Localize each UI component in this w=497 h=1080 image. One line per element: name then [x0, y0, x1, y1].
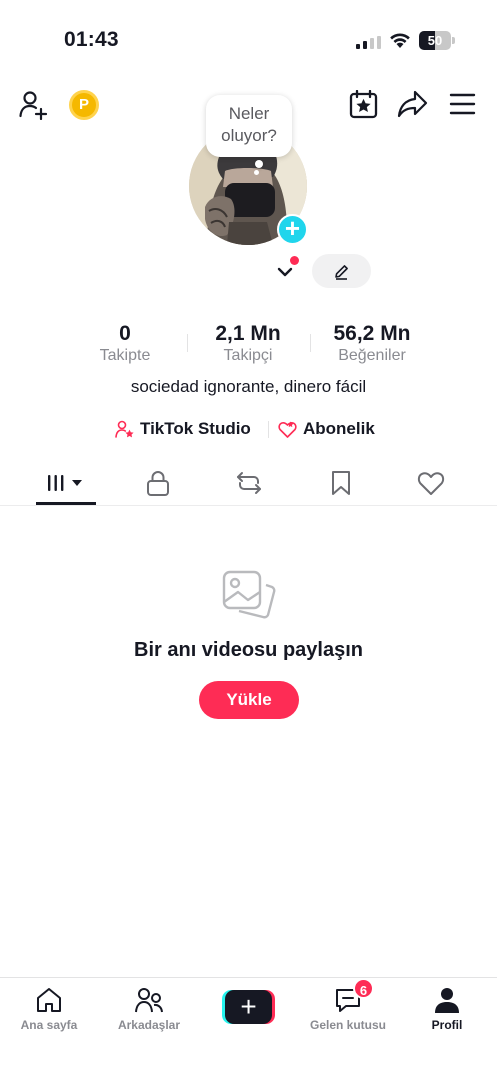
stat-following-value: 0 — [119, 322, 131, 345]
friends-icon — [135, 988, 163, 1013]
battery-level: 50 — [427, 33, 443, 48]
person-star-icon — [115, 420, 134, 438]
profile-links: TikTok Studio Abonelik — [0, 416, 497, 442]
empty-state-title: Bir anı videosu paylaşın — [134, 639, 363, 661]
bottom-nav: Ana sayfa Arkadaşlar + Gelen kutusu 6 Pr… — [0, 977, 497, 1080]
status-time: 01:43 — [64, 28, 119, 51]
content-tabs — [0, 462, 497, 506]
wifi-icon — [390, 33, 410, 48]
nav-home[interactable]: Ana sayfa — [4, 986, 94, 1032]
nav-profile-label: Profil — [431, 1018, 463, 1032]
note-bubble-tail-small — [254, 170, 259, 175]
videos-tab[interactable] — [46, 468, 88, 498]
menu-icon[interactable] — [449, 92, 476, 116]
subscription-link[interactable]: Abonelik — [278, 416, 375, 442]
signal-icon — [356, 36, 381, 49]
add-story-button[interactable]: + — [277, 214, 308, 245]
subscription-label: Abonelik — [303, 419, 375, 438]
create-button[interactable]: + — [222, 990, 275, 1024]
liked-tab[interactable] — [416, 468, 446, 498]
stat-divider — [310, 334, 311, 352]
edit-profile-button[interactable] — [312, 254, 371, 288]
nav-home-label: Ana sayfa — [20, 1018, 78, 1032]
pencil-icon — [335, 265, 348, 280]
stat-following-label: Takipte — [99, 347, 151, 364]
calendar-star-icon[interactable] — [349, 90, 378, 119]
stat-likes-value: 56,2 Mn — [333, 322, 411, 345]
coin-icon[interactable]: P — [69, 90, 99, 120]
nav-friends[interactable]: Arkadaşlar — [104, 986, 194, 1032]
add-friend-icon[interactable] — [18, 90, 48, 120]
stat-followers-value: 2,1 Mn — [215, 322, 281, 345]
bookmark-icon — [332, 471, 350, 495]
stat-followers[interactable]: 2,1 Mn Takipçi — [200, 322, 296, 366]
note-line-2: oluyor? — [221, 126, 277, 145]
battery-icon: 50 — [419, 31, 455, 50]
stat-likes-label: Beğeniler — [338, 347, 406, 364]
reposts-tab[interactable] — [234, 468, 264, 498]
inbox-badge: 6 — [353, 978, 374, 999]
status-bar: 01:43 50 — [0, 0, 497, 80]
favorites-tab[interactable] — [326, 468, 356, 498]
coin-letter: P — [78, 96, 89, 113]
stat-following[interactable]: 0 Takipte — [84, 322, 166, 366]
profile-icon — [435, 988, 459, 1013]
notification-dot — [290, 256, 299, 265]
grid-dropdown-icon — [48, 475, 82, 491]
photos-icon — [222, 570, 276, 619]
profile-stats: 0 Takipte 2,1 Mn Takipçi 56,2 Mn Beğenil… — [0, 322, 497, 366]
profile-bio: sociedad ignorante, dinero fácil — [130, 377, 367, 396]
note-bubble-tail — [255, 160, 263, 168]
private-tab[interactable] — [143, 468, 173, 498]
stat-divider — [187, 334, 188, 352]
nav-friends-label: Arkadaşlar — [117, 1018, 181, 1032]
links-divider — [268, 421, 269, 438]
tiktok-studio-link[interactable]: TikTok Studio — [115, 416, 251, 442]
upload-button[interactable]: Yükle — [199, 681, 299, 719]
heart-icon — [417, 472, 445, 495]
tiktok-studio-label: TikTok Studio — [140, 419, 251, 438]
share-icon[interactable] — [397, 90, 428, 118]
note-line-1: Neler — [228, 104, 270, 123]
subscription-icon — [278, 421, 297, 438]
nav-inbox[interactable]: Gelen kutusu — [303, 986, 393, 1032]
stat-likes[interactable]: 56,2 Mn Beğeniler — [318, 322, 426, 366]
active-tab-indicator — [36, 502, 96, 505]
lock-icon — [147, 471, 169, 496]
note-bubble[interactable]: Neler oluyor? — [206, 95, 292, 157]
nav-inbox-label: Gelen kutusu — [309, 1018, 386, 1032]
nav-profile[interactable]: Profil — [402, 986, 492, 1032]
repost-icon — [237, 472, 261, 494]
home-icon — [37, 988, 61, 1012]
plus-icon: + — [225, 990, 272, 1024]
stat-followers-label: Takipçi — [223, 347, 273, 364]
